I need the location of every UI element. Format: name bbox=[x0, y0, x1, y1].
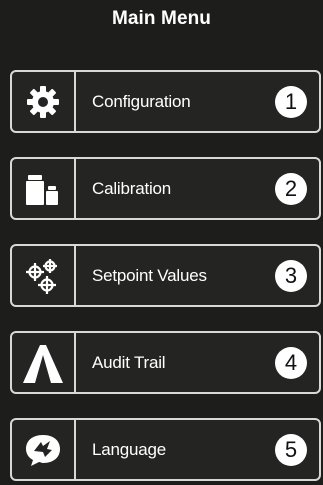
menu-item-audit-trail[interactable]: Audit Trail 4 bbox=[10, 331, 321, 394]
menu-item-label: Configuration bbox=[92, 91, 191, 111]
weights-icon bbox=[23, 171, 63, 207]
speech-globe-icon bbox=[23, 432, 63, 468]
road-icon bbox=[23, 341, 63, 385]
number-badge: 5 bbox=[275, 433, 307, 466]
icon-box bbox=[12, 420, 76, 479]
number-badge: 4 bbox=[275, 346, 307, 379]
menu-item-calibration[interactable]: Calibration 2 bbox=[10, 157, 321, 220]
icon-box bbox=[12, 333, 76, 392]
number-badge: 2 bbox=[275, 172, 307, 205]
menu-item-label: Language bbox=[92, 439, 167, 459]
icon-box bbox=[12, 159, 76, 218]
crosshairs-icon bbox=[23, 256, 63, 296]
menu-item-configuration[interactable]: Configuration 1 bbox=[10, 70, 321, 133]
main-menu-screen: Main Menu Configuration 1 Calibration 2 … bbox=[0, 0, 323, 485]
icon-box bbox=[12, 72, 76, 131]
menu-item-label: Audit Trail bbox=[92, 352, 166, 372]
page-title: Main Menu bbox=[111, 8, 212, 29]
gear-icon bbox=[25, 84, 61, 120]
menu-item-label: Calibration bbox=[92, 178, 172, 198]
menu-item-setpoint-values[interactable]: Setpoint Values 3 bbox=[10, 244, 321, 307]
icon-box bbox=[12, 246, 76, 305]
menu-item-language[interactable]: Language 5 bbox=[10, 418, 321, 481]
number-badge: 1 bbox=[275, 85, 307, 118]
number-badge: 3 bbox=[275, 259, 307, 292]
menu-item-label: Setpoint Values bbox=[92, 265, 207, 285]
